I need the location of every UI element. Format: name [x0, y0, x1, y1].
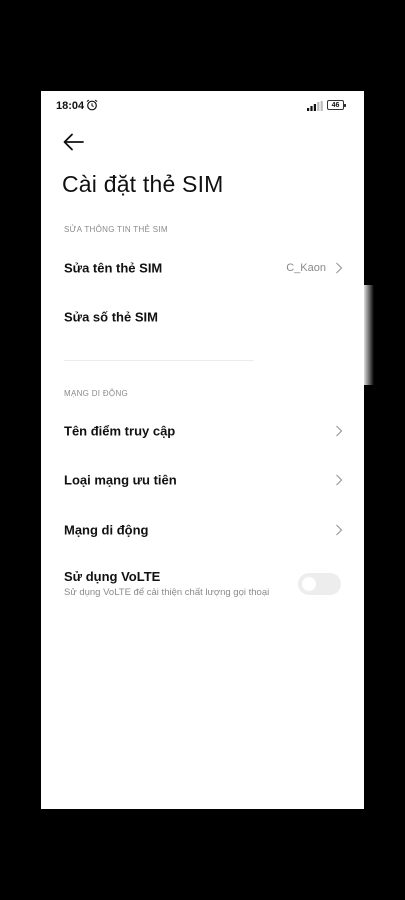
chevron-right-icon — [336, 262, 343, 274]
mobile-network-label: Mạng di động — [64, 522, 149, 538]
page-title: Cài đặt thẻ SIM — [62, 171, 224, 197]
alarm-clock-icon — [86, 99, 98, 111]
phone-screen: 18:04 46 Cài đặt thẻ SIM SỬA THÔNG TIN T… — [41, 91, 364, 809]
edit-sim-name-label: Sửa tên thẻ SIM — [64, 260, 163, 276]
volte-label: Sử dụng VoLTE — [64, 569, 161, 584]
chevron-right-icon — [336, 524, 343, 536]
status-time: 18:04 — [56, 100, 85, 112]
volte-description: Sử dụng VoLTE để cải thiện chất lượng gọ… — [64, 587, 270, 598]
screen-edge-glare — [364, 285, 374, 385]
edit-sim-number-row[interactable]: Sửa số thẻ SIM — [41, 297, 364, 337]
access-point-names-row[interactable]: Tên điểm truy cập — [41, 411, 364, 451]
toggle-knob — [302, 577, 316, 591]
signal-bars-icon — [307, 101, 323, 111]
chevron-right-icon — [336, 474, 343, 486]
mobile-network-row[interactable]: Mạng di động — [41, 510, 364, 550]
section-header-mobile-network: MẠNG DI ĐỘNG — [64, 389, 129, 398]
back-arrow-icon[interactable] — [61, 131, 85, 153]
access-point-names-label: Tên điểm truy cập — [64, 423, 176, 439]
section-header-sim-info: SỬA THÔNG TIN THẺ SIM — [64, 225, 168, 234]
section-divider — [64, 360, 254, 361]
volte-toggle[interactable] — [298, 573, 341, 595]
status-bar: 18:04 46 — [41, 91, 364, 119]
volte-row: Sử dụng VoLTE Sử dụng VoLTE để cải thiện… — [41, 565, 364, 605]
preferred-network-type-label: Loại mạng ưu tiên — [64, 472, 177, 488]
sim-name-value: C_Kaon — [286, 262, 326, 274]
edit-sim-name-row[interactable]: Sửa tên thẻ SIM C_Kaon — [41, 248, 364, 288]
chevron-right-icon — [336, 425, 343, 437]
preferred-network-type-row[interactable]: Loại mạng ưu tiên — [41, 460, 364, 500]
battery-indicator: 46 — [327, 100, 346, 110]
edit-sim-number-label: Sửa số thẻ SIM — [64, 309, 158, 325]
